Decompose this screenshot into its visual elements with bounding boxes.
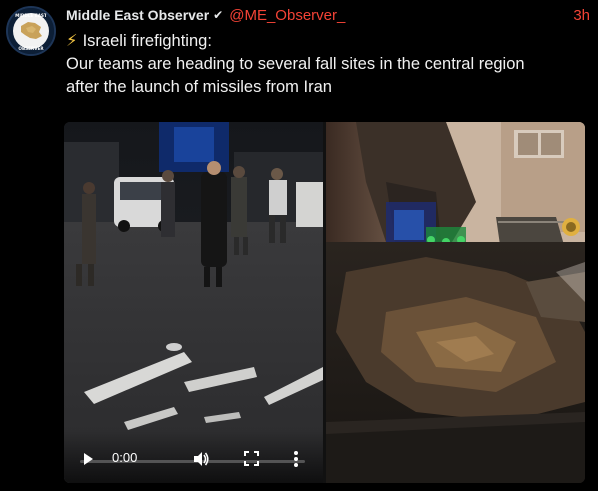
author-name[interactable]: Middle East Observer	[66, 7, 209, 23]
volume-icon[interactable]	[192, 450, 210, 468]
post-line-3: after the launch of missiles from Iran	[66, 78, 332, 96]
damage-photo[interactable]	[326, 122, 585, 483]
video-controls: 0:00	[64, 431, 323, 483]
lightning-icon: ⚡	[66, 32, 78, 50]
play-icon[interactable]	[80, 451, 96, 467]
tweet-header: Middle East Observer ✔ @ME_Observer_ 3h	[66, 5, 590, 25]
post-text: ⚡ Israeli firefighting: Our teams are hea…	[66, 30, 588, 99]
post-line-2: Our teams are heading to several fall si…	[66, 55, 525, 73]
photo-image	[326, 122, 585, 483]
post-line-1-text: Israeli firefighting:	[82, 32, 212, 50]
author-handle[interactable]: @ME_Observer_	[229, 7, 345, 24]
video-progress-bar[interactable]	[80, 460, 305, 463]
media-grid: 0:00	[64, 122, 585, 483]
video-timecode: 0:00	[112, 450, 138, 465]
avatar[interactable]: MIDDLE EAST OBSERVER	[6, 6, 56, 56]
video-frame-image	[64, 122, 323, 483]
fullscreen-icon[interactable]	[244, 451, 259, 466]
video-player[interactable]: 0:00	[64, 122, 323, 483]
svg-text:OBSERVER: OBSERVER	[18, 46, 44, 51]
verified-icon: ✔	[213, 8, 224, 22]
tweet-card[interactable]: MIDDLE EAST OBSERVER Middle East Observe…	[0, 0, 598, 491]
post-timestamp[interactable]: 3h	[573, 7, 590, 24]
svg-text:MIDDLE EAST: MIDDLE EAST	[15, 13, 47, 18]
more-options-icon[interactable]	[292, 450, 300, 468]
post-line-1: ⚡ Israeli firefighting:	[66, 30, 588, 53]
